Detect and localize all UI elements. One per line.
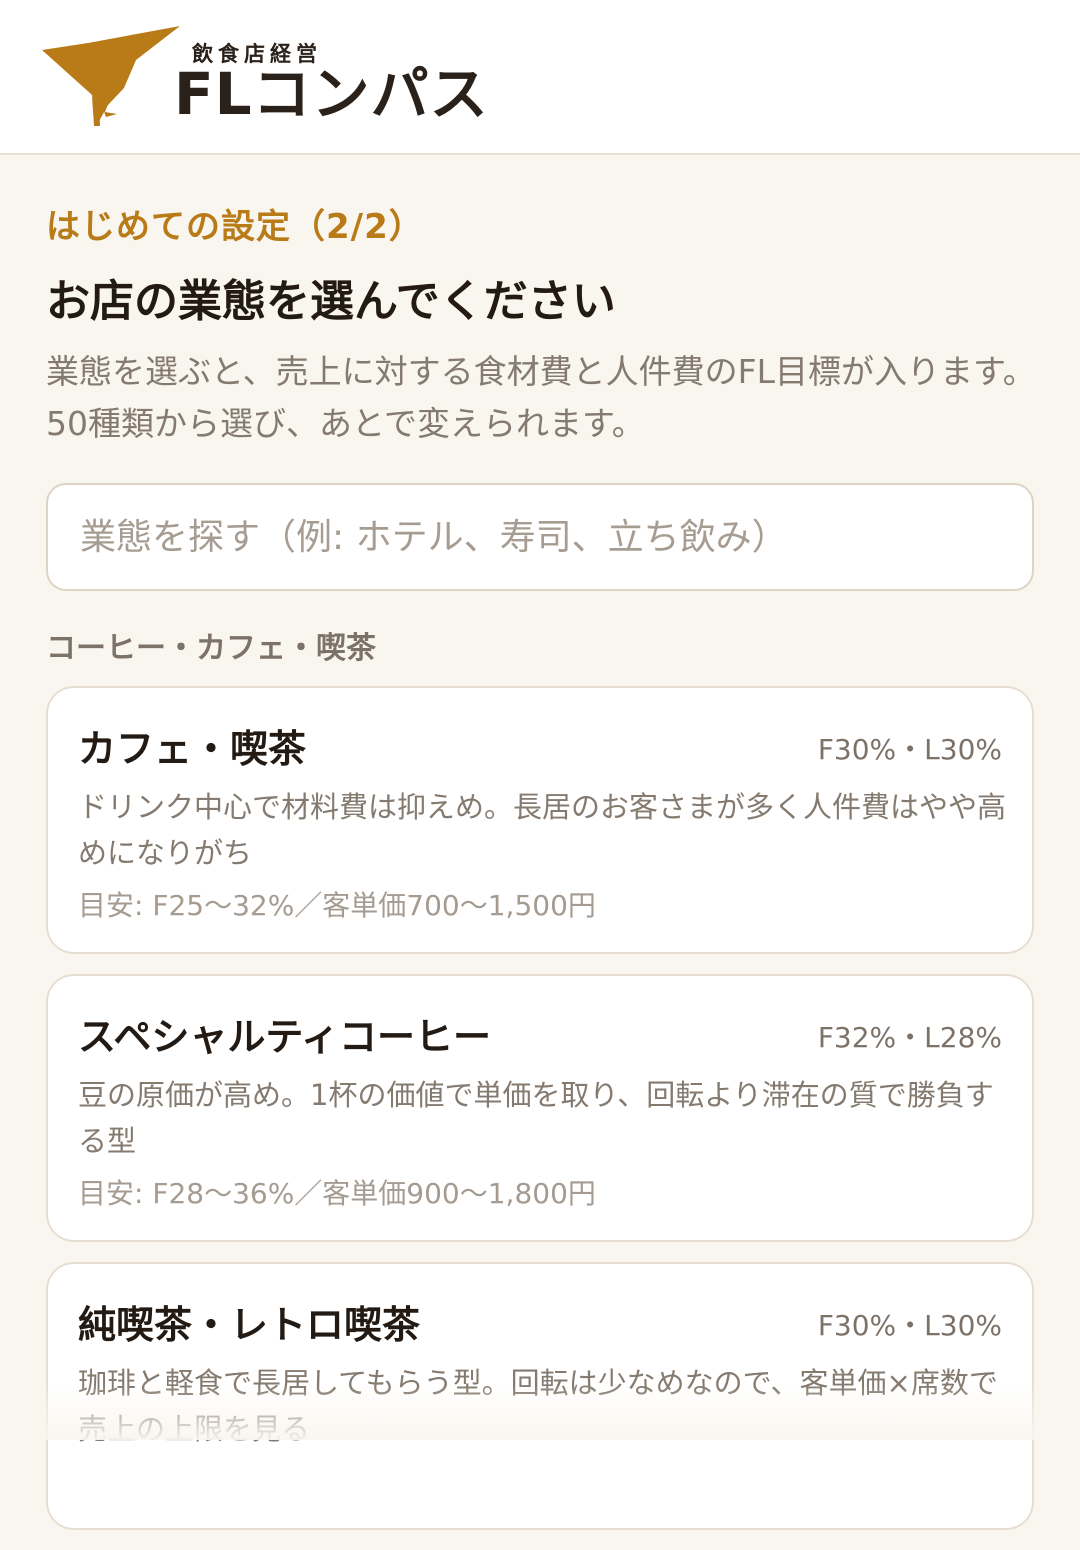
business-type-description: ドリンク中心で材料費は抑えめ。長居のお客さまが多く人件費はやや高めになりがち [78, 790, 1007, 870]
app-header: 飲食店経営 FLコンパス [0, 0, 1080, 155]
business-type-card-retro-kissa[interactable]: 純喫茶・レトロ喫茶 F30%・L30% 珈琲と軽食で長居してもらう型。回転は少な… [46, 1262, 1034, 1530]
business-type-card-cafe[interactable]: カフェ・喫茶 F30%・L30% ドリンク中心で材料費は抑えめ。長居のお客さまが… [46, 686, 1034, 954]
bird-logo-icon [42, 26, 180, 126]
logo-title: FLコンパス [174, 60, 489, 128]
business-type-guide: 目安: F28〜36%／客単価900〜1,800円 [78, 1177, 596, 1210]
setup-step-label: はじめての設定（2/2） [46, 207, 424, 247]
fl-target: F32%・L28% [817, 1021, 1002, 1054]
fl-target: F30%・L30% [817, 733, 1002, 766]
page-description: 業態を選ぶと、売上に対する食材費と人件費のFL目標が入ります。50種類から選び、… [46, 352, 1036, 443]
category-label: コーヒー・カフェ・喫茶 [46, 631, 376, 666]
page-title: お店の業態を選んでください [46, 276, 616, 327]
fl-target: F30%・L30% [817, 1309, 1002, 1342]
business-type-name: カフェ・喫茶 [78, 727, 307, 771]
business-type-name: 純喫茶・レトロ喫茶 [78, 1303, 421, 1347]
business-type-description: 豆の原価が高め。1杯の価値で単価を取り、回転より滞在の質で勝負する型 [78, 1078, 994, 1158]
business-type-search-input[interactable] [46, 483, 1034, 591]
business-type-card-specialty-coffee[interactable]: スペシャルティコーヒー F32%・L28% 豆の原価が高め。1杯の価値で単価を取… [46, 974, 1034, 1242]
business-type-name: スペシャルティコーヒー [78, 1015, 492, 1059]
business-type-list: カフェ・喫茶 F30%・L30% ドリンク中心で材料費は抑えめ。長居のお客さまが… [46, 686, 1034, 1550]
business-type-description: 珈琲と軽食で長居してもらう型。回転は少なめなので、客単価×席数で売上の上限を見る [78, 1366, 998, 1446]
business-type-guide: 目安: F25〜32%／客単価700〜1,500円 [78, 889, 596, 922]
